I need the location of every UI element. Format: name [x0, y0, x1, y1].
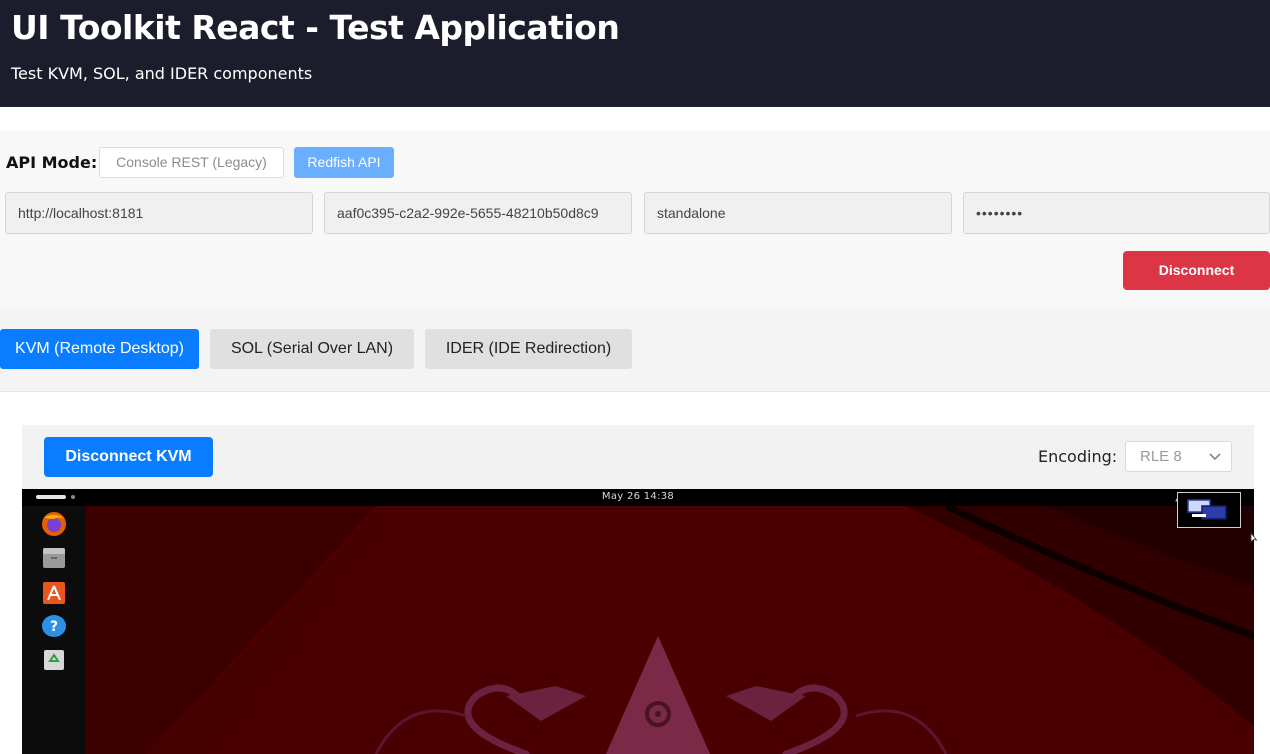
mouse-cursor-icon [1250, 532, 1258, 543]
console-rest-mode-button[interactable]: Console REST (Legacy) [99, 147, 284, 178]
encoding-select[interactable]: RLE 8 [1125, 441, 1232, 472]
remote-clock: May 26 14:38 [601, 491, 675, 502]
page-title: UI Toolkit React - Test Application [11, 8, 620, 47]
mode-input[interactable]: standalone [644, 192, 952, 234]
disconnect-kvm-button[interactable]: Disconnect KVM [44, 437, 213, 477]
disconnect-button[interactable]: Disconnect [1123, 251, 1270, 290]
kvm-toolbar: Disconnect KVM Encoding: RLE 8 [22, 425, 1254, 489]
remote-wallpaper [86, 506, 1254, 754]
app-center-icon [43, 582, 65, 604]
chevron-down-icon [1209, 453, 1221, 461]
password-input[interactable]: •••••••• [963, 192, 1270, 234]
firefox-icon [42, 512, 66, 536]
connection-panel: API Mode: Console REST (Legacy) Redfish … [0, 130, 1270, 307]
trash-icon [44, 650, 64, 670]
app-header: UI Toolkit React - Test Application Test… [0, 0, 1270, 107]
svg-text:?: ? [50, 619, 58, 635]
tab-ider[interactable]: IDER (IDE Redirection) [425, 329, 632, 369]
remote-keyboard-icon[interactable] [1177, 492, 1241, 528]
encoding-label: Encoding: [1038, 447, 1118, 466]
encoding-value: RLE 8 [1140, 448, 1182, 465]
remote-dock: ? [22, 506, 86, 754]
files-icon [43, 548, 65, 568]
server-url-input[interactable]: http://localhost:8181 [5, 192, 313, 234]
remote-top-bar: May 26 14:38 [22, 489, 1254, 506]
redfish-api-mode-button[interactable]: Redfish API [294, 147, 394, 178]
kvm-panel: Disconnect KVM Encoding: RLE 8 May 26 14… [22, 425, 1254, 754]
device-guid-input[interactable]: aaf0c395-c2a2-992e-5655-48210b50d8c9 [324, 192, 632, 234]
tab-sol[interactable]: SOL (Serial Over LAN) [210, 329, 414, 369]
api-mode-label: API Mode: [6, 153, 98, 172]
ubuntu-wallpaper-art [86, 506, 1254, 754]
remote-desktop-canvas[interactable]: May 26 14:38 ? [22, 489, 1254, 754]
page-subtitle: Test KVM, SOL, and IDER components [11, 64, 313, 83]
tab-kvm[interactable]: KVM (Remote Desktop) [0, 329, 199, 369]
component-tabs: KVM (Remote Desktop) SOL (Serial Over LA… [0, 307, 1270, 392]
help-icon: ? [42, 615, 66, 637]
